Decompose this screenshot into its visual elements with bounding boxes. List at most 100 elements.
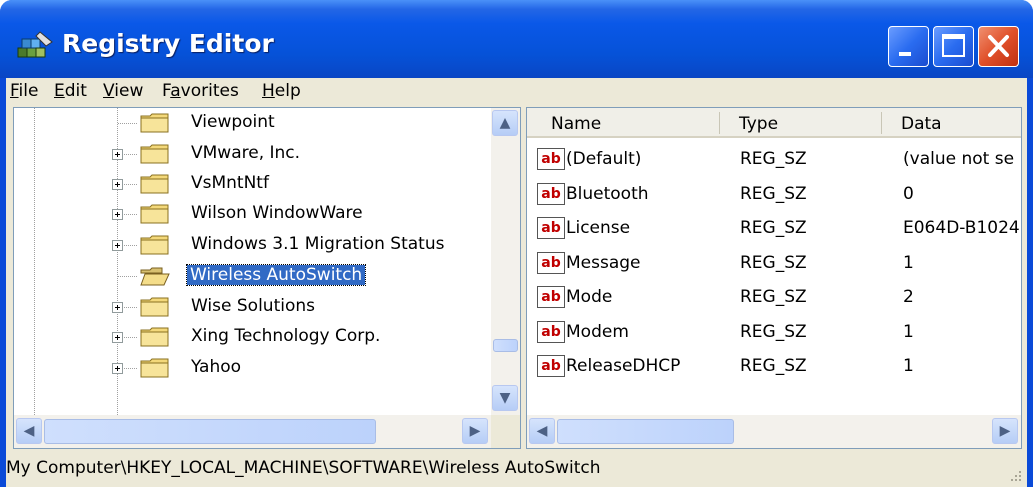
tree-item-label: Viewpoint	[191, 112, 275, 132]
value-type: REG_SZ	[740, 287, 807, 307]
menu-file[interactable]: File	[10, 81, 38, 101]
column-header-data[interactable]: Data	[901, 114, 942, 134]
resize-grip-icon[interactable]	[1007, 467, 1023, 483]
column-divider[interactable]	[881, 112, 882, 134]
scroll-left-button[interactable]: ◀	[529, 418, 555, 444]
tree-item-label: VsMntNtf	[191, 173, 269, 193]
tree-hscroll-thumb[interactable]	[44, 419, 376, 444]
value-row[interactable]: ab Modem REG_SZ 1	[527, 316, 1021, 350]
scroll-up-button[interactable]: ▲	[492, 110, 518, 136]
menu-bar: File Edit View Favorites Help	[6, 78, 1027, 107]
value-type: REG_SZ	[740, 183, 807, 204]
chevron-right-icon: ▶	[999, 423, 1011, 439]
value-type: REG_SZ	[740, 356, 807, 376]
tree-item[interactable]: Windows 3.1 Migration Status	[14, 231, 491, 259]
tree-item[interactable]: Yahoo	[14, 354, 491, 382]
chevron-left-icon: ◀	[536, 423, 548, 439]
folder-icon	[140, 358, 169, 378]
value-row[interactable]: ab Mode REG_SZ 2	[527, 281, 1021, 315]
chevron-down-icon: ▼	[499, 390, 511, 406]
tree-item[interactable]: Viewpoint	[14, 109, 491, 137]
value-row[interactable]: ab Message REG_SZ 1	[527, 247, 1021, 281]
string-value-icon: ab	[537, 355, 565, 377]
string-value-icon: ab	[537, 320, 565, 343]
key-tree: Viewpoint VMware, Inc. VsMntNtf Wilson Wind…	[14, 108, 491, 415]
scroll-down-button[interactable]: ▼	[492, 385, 518, 411]
scroll-right-button[interactable]: ▶	[462, 418, 488, 444]
folder-icon	[140, 144, 169, 164]
menu-favorites[interactable]: Favorites	[162, 81, 239, 101]
string-value-icon: ab	[537, 182, 565, 205]
values-hscroll-thumb[interactable]	[557, 419, 734, 444]
column-header-type[interactable]: Type	[739, 114, 778, 134]
maximize-icon	[942, 34, 965, 57]
close-icon	[988, 35, 1009, 57]
minimize-button[interactable]	[888, 26, 929, 67]
tree-item-label: Yahoo	[191, 357, 242, 377]
value-name: Modem	[566, 321, 629, 342]
tree-item[interactable]: Wise Solutions	[14, 293, 491, 321]
value-row[interactable]: ab (Default) REG_SZ (value not se	[527, 143, 1021, 177]
values-header: Name Type Data	[527, 108, 1021, 138]
value-name: License	[566, 218, 631, 238]
expand-plus-icon[interactable]	[112, 149, 123, 160]
column-header-name[interactable]: Name	[551, 114, 601, 134]
string-value-icon: ab	[537, 217, 565, 239]
values-horizontal-scrollbar[interactable]: ◀ ▶	[527, 415, 1021, 448]
tree-item-label: Wilson WindowWare	[191, 203, 363, 223]
close-button[interactable]	[978, 26, 1019, 67]
string-value-icon: ab	[537, 148, 565, 170]
expand-plus-icon[interactable]	[112, 302, 123, 313]
values-list: ab (Default) REG_SZ (value not se ab Bluetoot…	[527, 138, 1021, 415]
tree-horizontal-scrollbar[interactable]: ◀ ▶	[14, 415, 491, 448]
tree-item[interactable]: VsMntNtf	[14, 170, 491, 198]
expand-plus-icon[interactable]	[112, 209, 123, 220]
expand-plus-icon[interactable]	[112, 240, 123, 251]
folder-icon	[140, 327, 169, 347]
tree-item-label: Wise Solutions	[191, 296, 315, 316]
tree-item-label: VMware, Inc.	[191, 143, 301, 163]
status-bar: My Computer\HKEY_LOCAL_MACHINE\SOFTWARE\…	[6, 450, 1027, 487]
value-data: 1	[903, 356, 914, 376]
scroll-left-button[interactable]: ◀	[16, 418, 42, 444]
value-data: E064D-B1024	[903, 218, 1020, 238]
value-data: 1	[903, 252, 914, 273]
column-divider[interactable]	[719, 112, 720, 134]
tree-branch-line	[118, 123, 138, 124]
scroll-right-button[interactable]: ▶	[992, 418, 1018, 444]
value-row[interactable]: ab License REG_SZ E064D-B1024	[527, 212, 1021, 246]
tree-item[interactable]: Wilson WindowWare	[14, 200, 491, 228]
folder-icon	[140, 235, 169, 255]
menu-edit[interactable]: Edit	[54, 81, 87, 101]
menu-view[interactable]: View	[103, 81, 143, 101]
folder-icon	[140, 174, 169, 194]
title-bar[interactable]: Registry Editor	[0, 0, 1033, 78]
value-row[interactable]: ab Bluetooth REG_SZ 0	[527, 178, 1021, 212]
registry-editor-app-icon	[17, 31, 53, 58]
expand-plus-icon[interactable]	[112, 363, 123, 374]
chevron-left-icon: ◀	[23, 423, 35, 439]
tree-vertical-scrollbar[interactable]: ▲ ▼	[491, 108, 520, 415]
value-data: (value not se	[903, 149, 1015, 169]
values-pane[interactable]: Name Type Data ab (Default) REG_SZ (value n…	[526, 107, 1022, 449]
status-path: My Computer\HKEY_LOCAL_MACHINE\SOFTWARE\…	[6, 458, 601, 478]
chevron-right-icon: ▶	[469, 423, 481, 439]
menu-help[interactable]: Help	[262, 81, 301, 101]
tree-item[interactable]: Xing Technology Corp.	[14, 323, 491, 351]
expand-plus-icon[interactable]	[112, 179, 123, 190]
scroll-corner	[491, 415, 520, 448]
maximize-button[interactable]	[933, 26, 974, 67]
tree-vscroll-thumb[interactable]	[493, 339, 518, 352]
tree-item[interactable]: Wireless AutoSwitch	[14, 262, 491, 290]
value-type: REG_SZ	[740, 218, 807, 238]
window-title: Registry Editor	[62, 29, 274, 58]
folder-icon	[140, 113, 169, 133]
tree-item[interactable]: VMware, Inc.	[14, 140, 491, 168]
expand-plus-icon[interactable]	[112, 332, 123, 343]
value-name: Bluetooth	[566, 183, 649, 204]
tree-item-label: Wireless AutoSwitch	[185, 264, 367, 286]
value-row[interactable]: ab ReleaseDHCP REG_SZ 1	[527, 350, 1021, 384]
folder-icon	[140, 204, 169, 224]
key-tree-pane[interactable]: Viewpoint VMware, Inc. VsMntNtf Wilson Wind…	[13, 107, 521, 449]
registry-editor-window: Registry Editor File Edit View Favorites…	[0, 0, 1033, 487]
